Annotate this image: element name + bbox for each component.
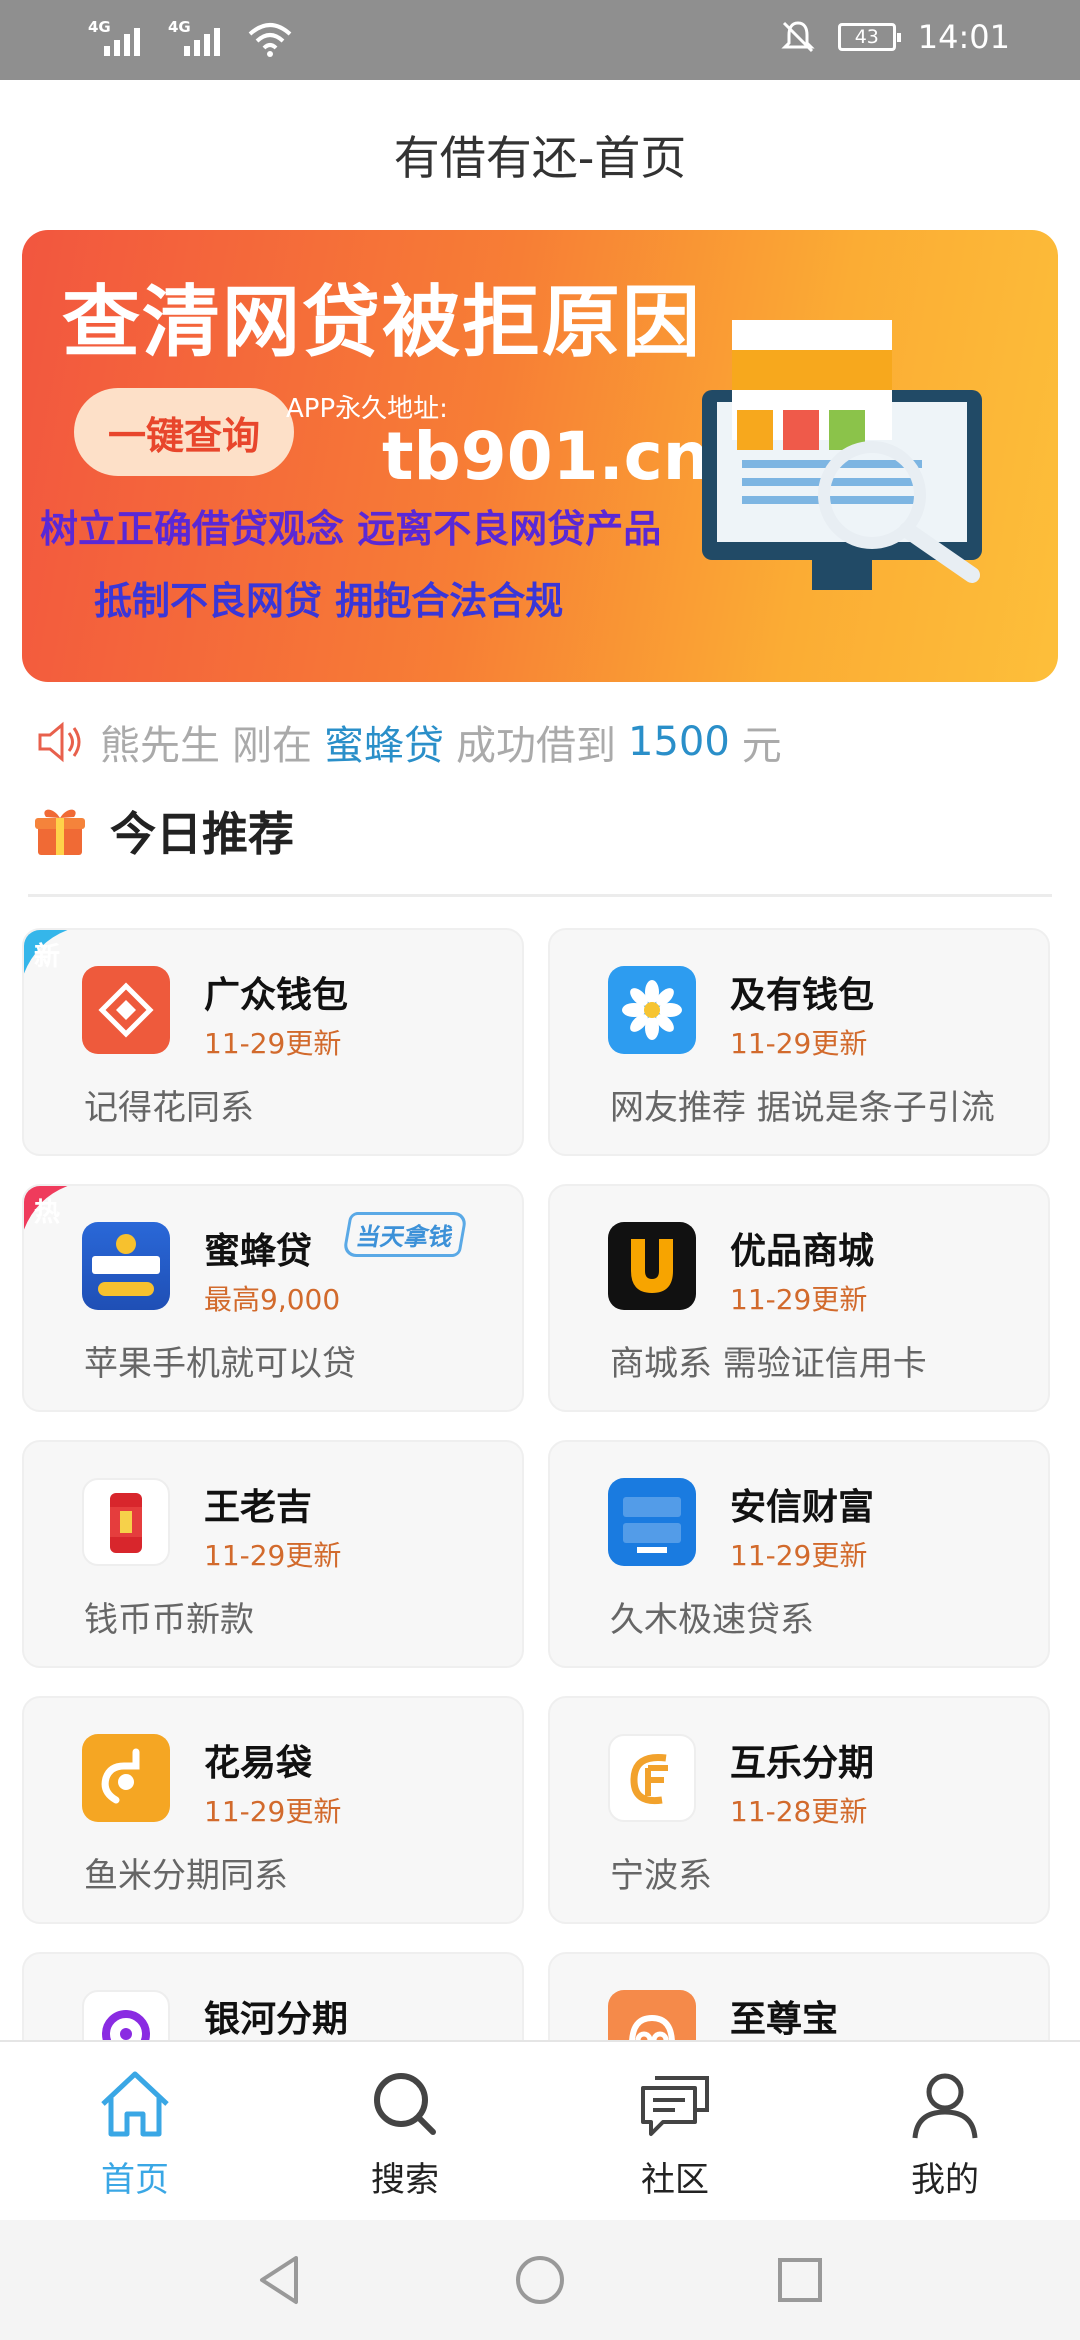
banner-slogan-2: 抵制不良网贷 拥抱合法合规 <box>94 579 564 623</box>
tab-label: 首页 <box>101 2160 169 2200</box>
chat-icon <box>641 2076 709 2136</box>
zhizunbao-logo-icon <box>608 1990 696 2040</box>
mute-bell-icon <box>781 21 815 53</box>
product-card-jiyou[interactable]: 及有钱包 11-29更新 网友推荐 据说是条子引流 <box>548 928 1050 1156</box>
product-update: 11-29更新 <box>730 1283 868 1316</box>
product-card-yinhe[interactable]: 银河分期 <box>22 1952 524 2040</box>
product-desc: 网友推荐 据说是条子引流 <box>610 1088 995 1128</box>
ticker-just: 刚在 <box>232 723 312 769</box>
product-card-anxin[interactable]: 安信财富 11-29更新 久木极速贷系 <box>548 1440 1050 1668</box>
recents-square-icon[interactable] <box>770 2250 830 2310</box>
tab-mine[interactable]: 我的 <box>810 2042 1080 2220</box>
product-limit: 最高9,000 <box>204 1283 341 1316</box>
mifengdai-logo-icon <box>82 1222 170 1310</box>
youpin-logo-icon <box>608 1222 696 1310</box>
product-update: 11-29更新 <box>204 1795 342 1828</box>
product-update: 11-29更新 <box>204 1027 342 1060</box>
product-desc: 久木极速贷系 <box>610 1600 814 1640</box>
product-name: 银河分期 <box>204 1999 349 2040</box>
product-name: 优品商城 <box>730 1231 875 1272</box>
user-icon <box>912 2073 978 2139</box>
battery-level: 43 <box>854 26 879 48</box>
tab-home[interactable]: 首页 <box>0 2042 270 2220</box>
recommend-section-header: 今日推荐 <box>32 796 294 866</box>
banner-slogan-1: 树立正确借贷观念 远离不良网贷产品 <box>40 507 662 551</box>
ticker-unit: 元 <box>741 723 782 769</box>
monitor-illustration-icon <box>702 320 982 590</box>
promo-banner[interactable]: 查清网贷被拒原因 一键查询 APP永久地址: tb901.cn 树立正确借贷观念… <box>22 230 1058 682</box>
tab-label: 我的 <box>911 2160 979 2200</box>
product-card-youpin[interactable]: 优品商城 11-29更新 商城系 需验证信用卡 <box>548 1184 1050 1412</box>
product-desc: 钱币币新款 <box>84 1600 254 1640</box>
product-grid: 新 广众钱包 11-29更新 记得花同系 及有钱包 11-29更新 网友推荐 据… <box>22 928 1058 2040</box>
product-desc: 苹果手机就可以贷 <box>84 1344 356 1384</box>
status-bar: 4G 4G 43 14:01 <box>0 0 1080 80</box>
ticker-success: 成功借到 <box>456 723 616 769</box>
product-update: 11-29更新 <box>730 1539 868 1572</box>
product-name: 花易袋 <box>204 1743 313 1784</box>
product-name: 至尊宝 <box>730 1999 839 2040</box>
bottom-tab-bar: 首页 搜索 社区 我的 <box>0 2040 1080 2220</box>
product-name: 广众钱包 <box>204 975 349 1016</box>
tab-label: 社区 <box>641 2160 709 2200</box>
product-card-huayidai[interactable]: 花易袋 11-29更新 鱼米分期同系 <box>22 1696 524 1924</box>
same-day-badge: 当天拿钱 <box>342 1212 468 1257</box>
product-desc: 商城系 需验证信用卡 <box>610 1344 927 1384</box>
wanglaoji-logo-icon <box>82 1478 170 1566</box>
product-update: 11-28更新 <box>730 1795 868 1828</box>
search-icon <box>374 2073 436 2135</box>
page-title: 有借有还-首页 <box>393 131 687 185</box>
tab-community[interactable]: 社区 <box>540 2042 810 2220</box>
new-tag-label: 新 <box>34 942 61 972</box>
product-name: 安信财富 <box>730 1487 875 1528</box>
tab-label: 搜索 <box>371 2160 439 2200</box>
product-card-wanglaoji[interactable]: 王老吉 11-29更新 钱币币新款 <box>22 1440 524 1668</box>
product-name: 及有钱包 <box>730 975 875 1016</box>
product-name: 互乐分期 <box>730 1743 875 1784</box>
product-name: 蜜蜂贷 <box>204 1231 313 1272</box>
product-desc: 记得花同系 <box>84 1088 254 1128</box>
anxin-logo-icon <box>608 1478 696 1566</box>
product-card-hule[interactable]: 互乐分期 11-28更新 宁波系 <box>548 1696 1050 1924</box>
signal-icon-2: 4G <box>168 18 226 58</box>
guangzhong-logo-icon <box>82 966 170 1054</box>
back-icon[interactable] <box>250 2250 310 2310</box>
speaker-icon <box>38 721 81 763</box>
product-name: 王老吉 <box>204 1487 313 1528</box>
divider <box>28 894 1052 897</box>
product-card-mifengdai[interactable]: 热 蜜蜂贷 当天拿钱 最高9,000 苹果手机就可以贷 <box>22 1184 524 1412</box>
yinhe-logo-icon <box>82 1990 170 2040</box>
wifi-icon <box>248 23 292 57</box>
banner-query-button[interactable]: 一键查询 <box>74 388 294 476</box>
gift-icon <box>35 809 85 855</box>
product-card-zhizunbao[interactable]: 至尊宝 <box>548 1952 1050 2040</box>
system-nav-bar <box>0 2220 1080 2340</box>
product-desc: 鱼米分期同系 <box>84 1856 288 1896</box>
hot-tag-label: 热 <box>34 1198 61 1228</box>
ticker-product: 蜜蜂贷 <box>324 723 444 769</box>
tab-search[interactable]: 搜索 <box>270 2042 540 2220</box>
jiyou-logo-icon <box>608 966 696 1054</box>
banner-title: 查清网贷被拒原因 <box>62 278 703 368</box>
banner-url: tb901.cn <box>382 418 710 495</box>
product-card-guangzhong[interactable]: 新 广众钱包 11-29更新 记得花同系 <box>22 928 524 1156</box>
loan-ticker: 熊先生 刚在 蜜蜂贷 成功借到 1500 元 <box>36 712 782 772</box>
hule-logo-icon <box>608 1734 696 1822</box>
home-icon <box>101 2071 169 2137</box>
clock: 14:01 <box>917 18 1010 56</box>
product-update: 11-29更新 <box>204 1539 342 1572</box>
product-update: 11-29更新 <box>730 1027 868 1060</box>
signal-icon: 4G <box>88 18 146 58</box>
huayidai-logo-icon <box>82 1734 170 1822</box>
section-title: 今日推荐 <box>110 807 294 861</box>
ticker-amount: 1500 <box>628 719 730 765</box>
battery-icon: 43 <box>837 23 901 51</box>
product-desc: 宁波系 <box>610 1856 712 1896</box>
home-circle-icon[interactable] <box>510 2250 570 2310</box>
ticker-user: 熊先生 <box>100 723 220 769</box>
